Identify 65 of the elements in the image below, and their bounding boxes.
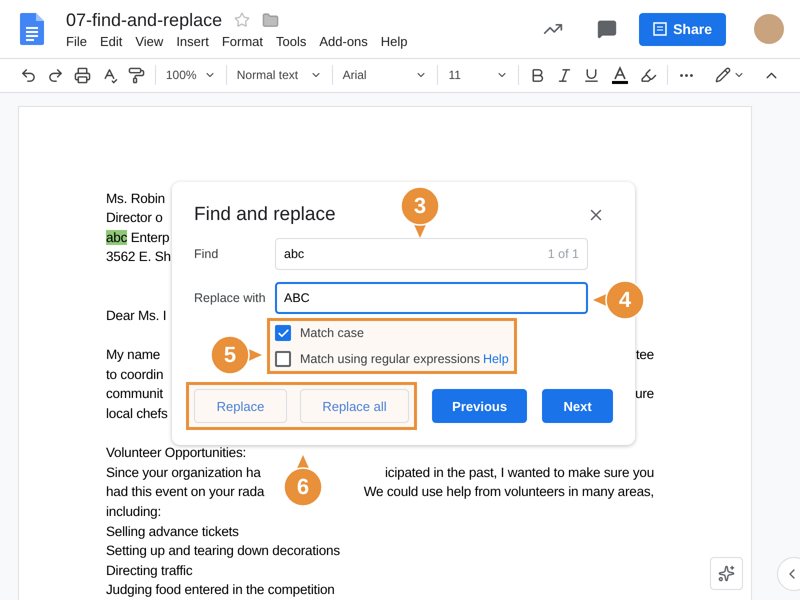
document-text: Judging food entered in the competition xyxy=(106,581,335,600)
menu-item[interactable]: Help xyxy=(380,34,408,49)
document-text: had this event on your rada xyxy=(106,483,264,502)
sparkle-icon xyxy=(718,565,735,582)
explore-button[interactable] xyxy=(710,557,743,590)
document-text: Dear Ms. I xyxy=(106,307,166,326)
field-label: Replace with xyxy=(194,291,267,305)
share-button[interactable]: Share xyxy=(639,12,726,46)
print-icon[interactable] xyxy=(74,66,91,84)
font-dropdown[interactable]: Arial xyxy=(342,68,428,82)
dialog-title: Find and replace xyxy=(194,204,336,226)
dialog-button[interactable]: Next xyxy=(542,389,613,423)
underline-icon[interactable] xyxy=(583,66,600,84)
document-text: tee xyxy=(636,346,654,364)
dialog-button[interactable]: Previous xyxy=(432,389,528,423)
redo-icon[interactable] xyxy=(46,66,64,84)
menu-item[interactable]: Tools xyxy=(276,34,306,49)
menu-item[interactable]: Format xyxy=(222,34,263,49)
checkbox[interactable] xyxy=(275,351,291,367)
document-text: Since your organization ha xyxy=(106,464,261,482)
checkbox-label: Match using regular expressions xyxy=(300,352,480,366)
document-text: Setting up and tearing down decorations xyxy=(106,542,340,560)
document-text: ure xyxy=(635,385,654,404)
menu-item[interactable]: File xyxy=(66,34,87,49)
editing-mode-dropdown[interactable] xyxy=(715,67,746,84)
undo-icon[interactable] xyxy=(20,66,37,84)
menu-item[interactable]: Insert xyxy=(176,34,209,49)
document-text: communit xyxy=(106,385,163,404)
help-link[interactable]: Help xyxy=(482,352,509,366)
dialog-button[interactable]: Replace all xyxy=(300,389,409,423)
font-size-dropdown[interactable]: 11 xyxy=(448,68,508,82)
menu-item[interactable]: Add-ons xyxy=(319,34,368,49)
text-color-icon[interactable] xyxy=(610,65,630,86)
document-text: 3562 E. Sh xyxy=(106,248,171,266)
document-text: We could use help from volunteers in many areas, xyxy=(364,483,654,502)
document-text: Ms. Robin xyxy=(106,190,165,208)
dialog-button[interactable]: Replace xyxy=(194,389,287,423)
menu-item[interactable]: Edit xyxy=(100,34,122,49)
comment-icon[interactable] xyxy=(597,19,618,40)
document-text: abc Enterp xyxy=(106,228,170,247)
document-text: Directing traffic xyxy=(106,562,192,580)
docs-logo-icon[interactable] xyxy=(20,13,44,46)
document-text: My name xyxy=(106,346,160,364)
star-icon[interactable] xyxy=(234,12,250,28)
menu-item[interactable]: View xyxy=(135,34,164,49)
field-label: Find xyxy=(194,247,220,261)
pencil-icon xyxy=(715,67,732,84)
document-text: Director o xyxy=(106,209,163,228)
document-text: local chefs xyxy=(106,405,168,424)
document-text: Volunteer Opportunities: xyxy=(106,444,246,462)
document-text: Selling advance tickets xyxy=(106,522,239,541)
find-field[interactable]: abc 1 of 1 xyxy=(275,238,588,270)
checkbox-label: Match case xyxy=(300,326,364,340)
checkbox[interactable] xyxy=(275,325,291,341)
paint-format-icon[interactable] xyxy=(128,66,145,84)
zoom-dropdown[interactable]: 100% xyxy=(166,68,216,82)
match-count: 1 of 1 xyxy=(548,247,579,261)
style-dropdown[interactable]: Normal text xyxy=(236,68,322,82)
highlighter-icon[interactable] xyxy=(640,66,658,84)
document-text: to coordin xyxy=(106,366,164,384)
document-title[interactable]: 07-find-and-replace xyxy=(66,10,222,31)
folder-icon[interactable] xyxy=(262,12,280,29)
document-text: including: xyxy=(106,503,162,522)
replace-field[interactable]: ABC xyxy=(275,282,588,314)
document-text: icipated in the past, I wanted to make sure you xyxy=(384,464,654,482)
